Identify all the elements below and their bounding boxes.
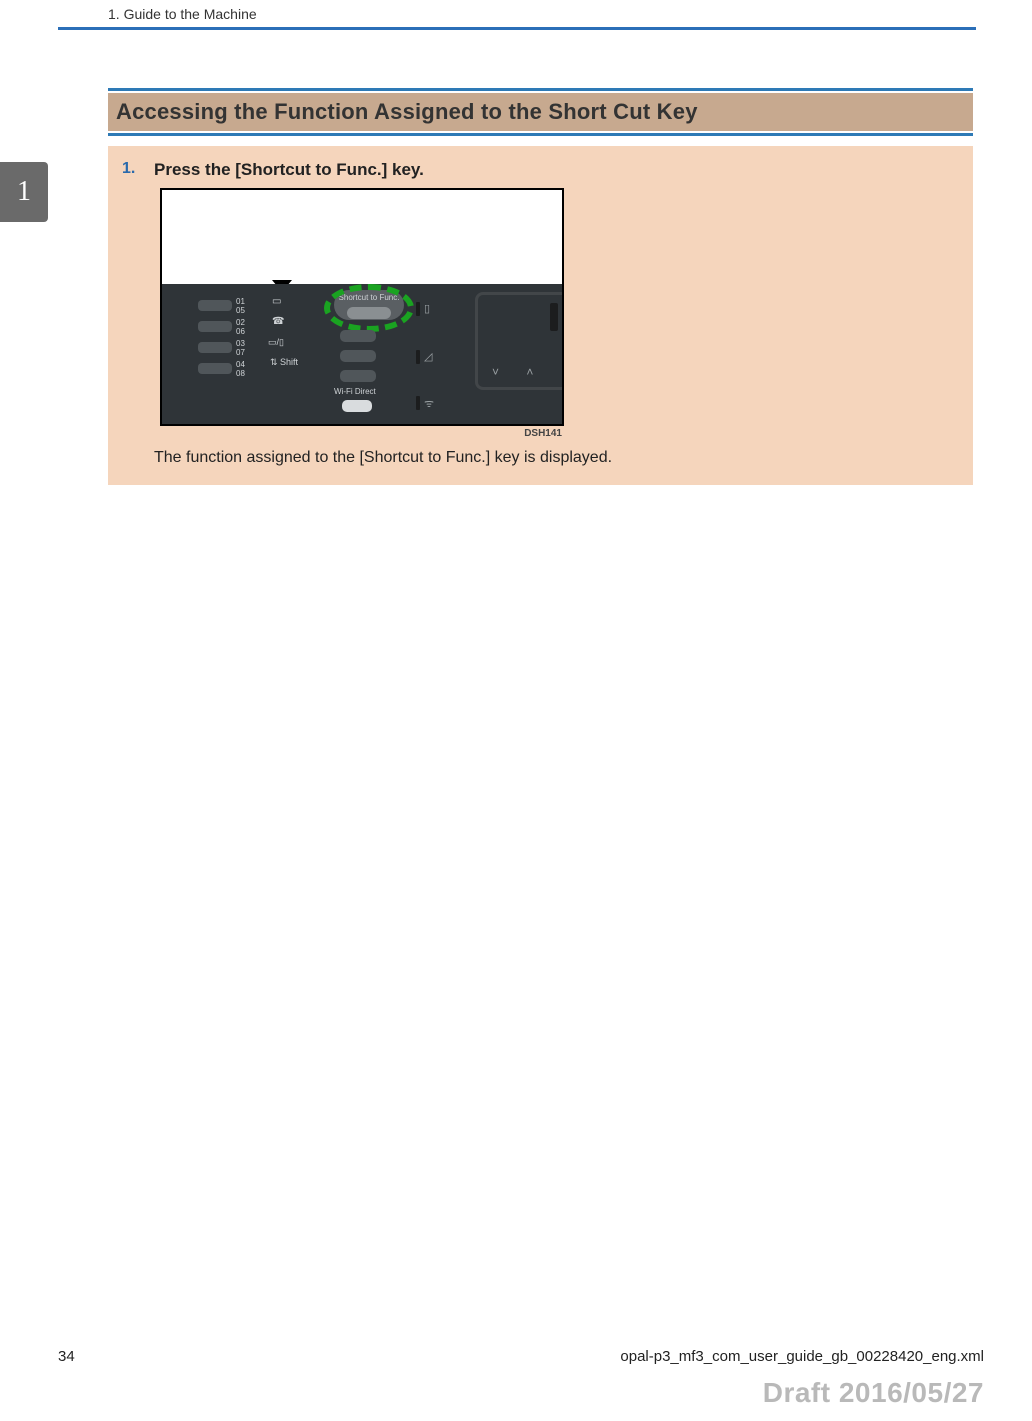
page-number: 34 — [58, 1348, 75, 1365]
panel-key — [340, 350, 376, 362]
illustration: 01 05 02 06 03 07 04 08 — [160, 188, 564, 439]
scan-icon: ◿ — [424, 350, 432, 363]
step-number: 1. — [122, 160, 144, 467]
fax-mode-icon: ☎ — [272, 318, 284, 326]
quickdial-label: 08 — [236, 370, 245, 378]
indicator-bar — [416, 350, 420, 364]
section-title: Accessing the Function Assigned to the S… — [108, 93, 973, 131]
section-rule-top — [108, 88, 973, 91]
step-item: 1. Press the [Shortcut to Func.] key. 01… — [122, 160, 959, 467]
section-rule-bottom — [108, 133, 973, 136]
card-mode-icon: ▭/▯ — [268, 338, 284, 346]
steps-container: 1. Press the [Shortcut to Func.] key. 01… — [108, 146, 973, 485]
wifi-icon: ᯤ — [424, 396, 434, 411]
wifi-direct-label: Wi-Fi Direct — [334, 388, 376, 396]
quickdial-key — [198, 363, 232, 374]
quickdial-label: 03 — [236, 340, 245, 348]
source-file-name: opal-p3_mf3_com_user_guide_gb_00228420_e… — [620, 1348, 984, 1365]
chapter-tab: 1 — [0, 162, 48, 222]
header-rule — [58, 27, 976, 30]
chapter-header: 1. Guide to the Machine — [0, 0, 1032, 27]
page-icon: ▯ — [424, 302, 430, 315]
draft-watermark: Draft 2016/05/27 — [763, 1377, 984, 1409]
display-screen-edge: ˅ ˄ — [475, 292, 564, 390]
quickdial-key — [198, 300, 232, 311]
quickdial-key — [198, 321, 232, 332]
step-result-text: The function assigned to the [Shortcut t… — [154, 449, 959, 467]
quickdial-label: 02 — [236, 319, 245, 327]
quickdial-label: 05 — [236, 307, 245, 315]
quickdial-label: 06 — [236, 328, 245, 336]
copy-mode-icon: ▭ — [272, 298, 281, 306]
panel-key — [340, 330, 376, 342]
shift-label: ⇅ Shift — [270, 358, 298, 366]
quickdial-label: 01 — [236, 298, 245, 306]
step-title: Press the [Shortcut to Func.] key. — [154, 160, 959, 180]
indicator-bar — [416, 302, 420, 316]
panel-key — [340, 370, 376, 382]
wifi-direct-key — [342, 400, 372, 412]
quickdial-label: 07 — [236, 349, 245, 357]
quickdial-key — [198, 342, 232, 353]
illustration-code: DSH141 — [160, 426, 564, 439]
shortcut-subkey — [347, 307, 391, 319]
quickdial-label: 04 — [236, 361, 245, 369]
nav-chevrons-icon: ˅ ˄ — [492, 365, 545, 379]
indicator-bar — [416, 396, 420, 410]
